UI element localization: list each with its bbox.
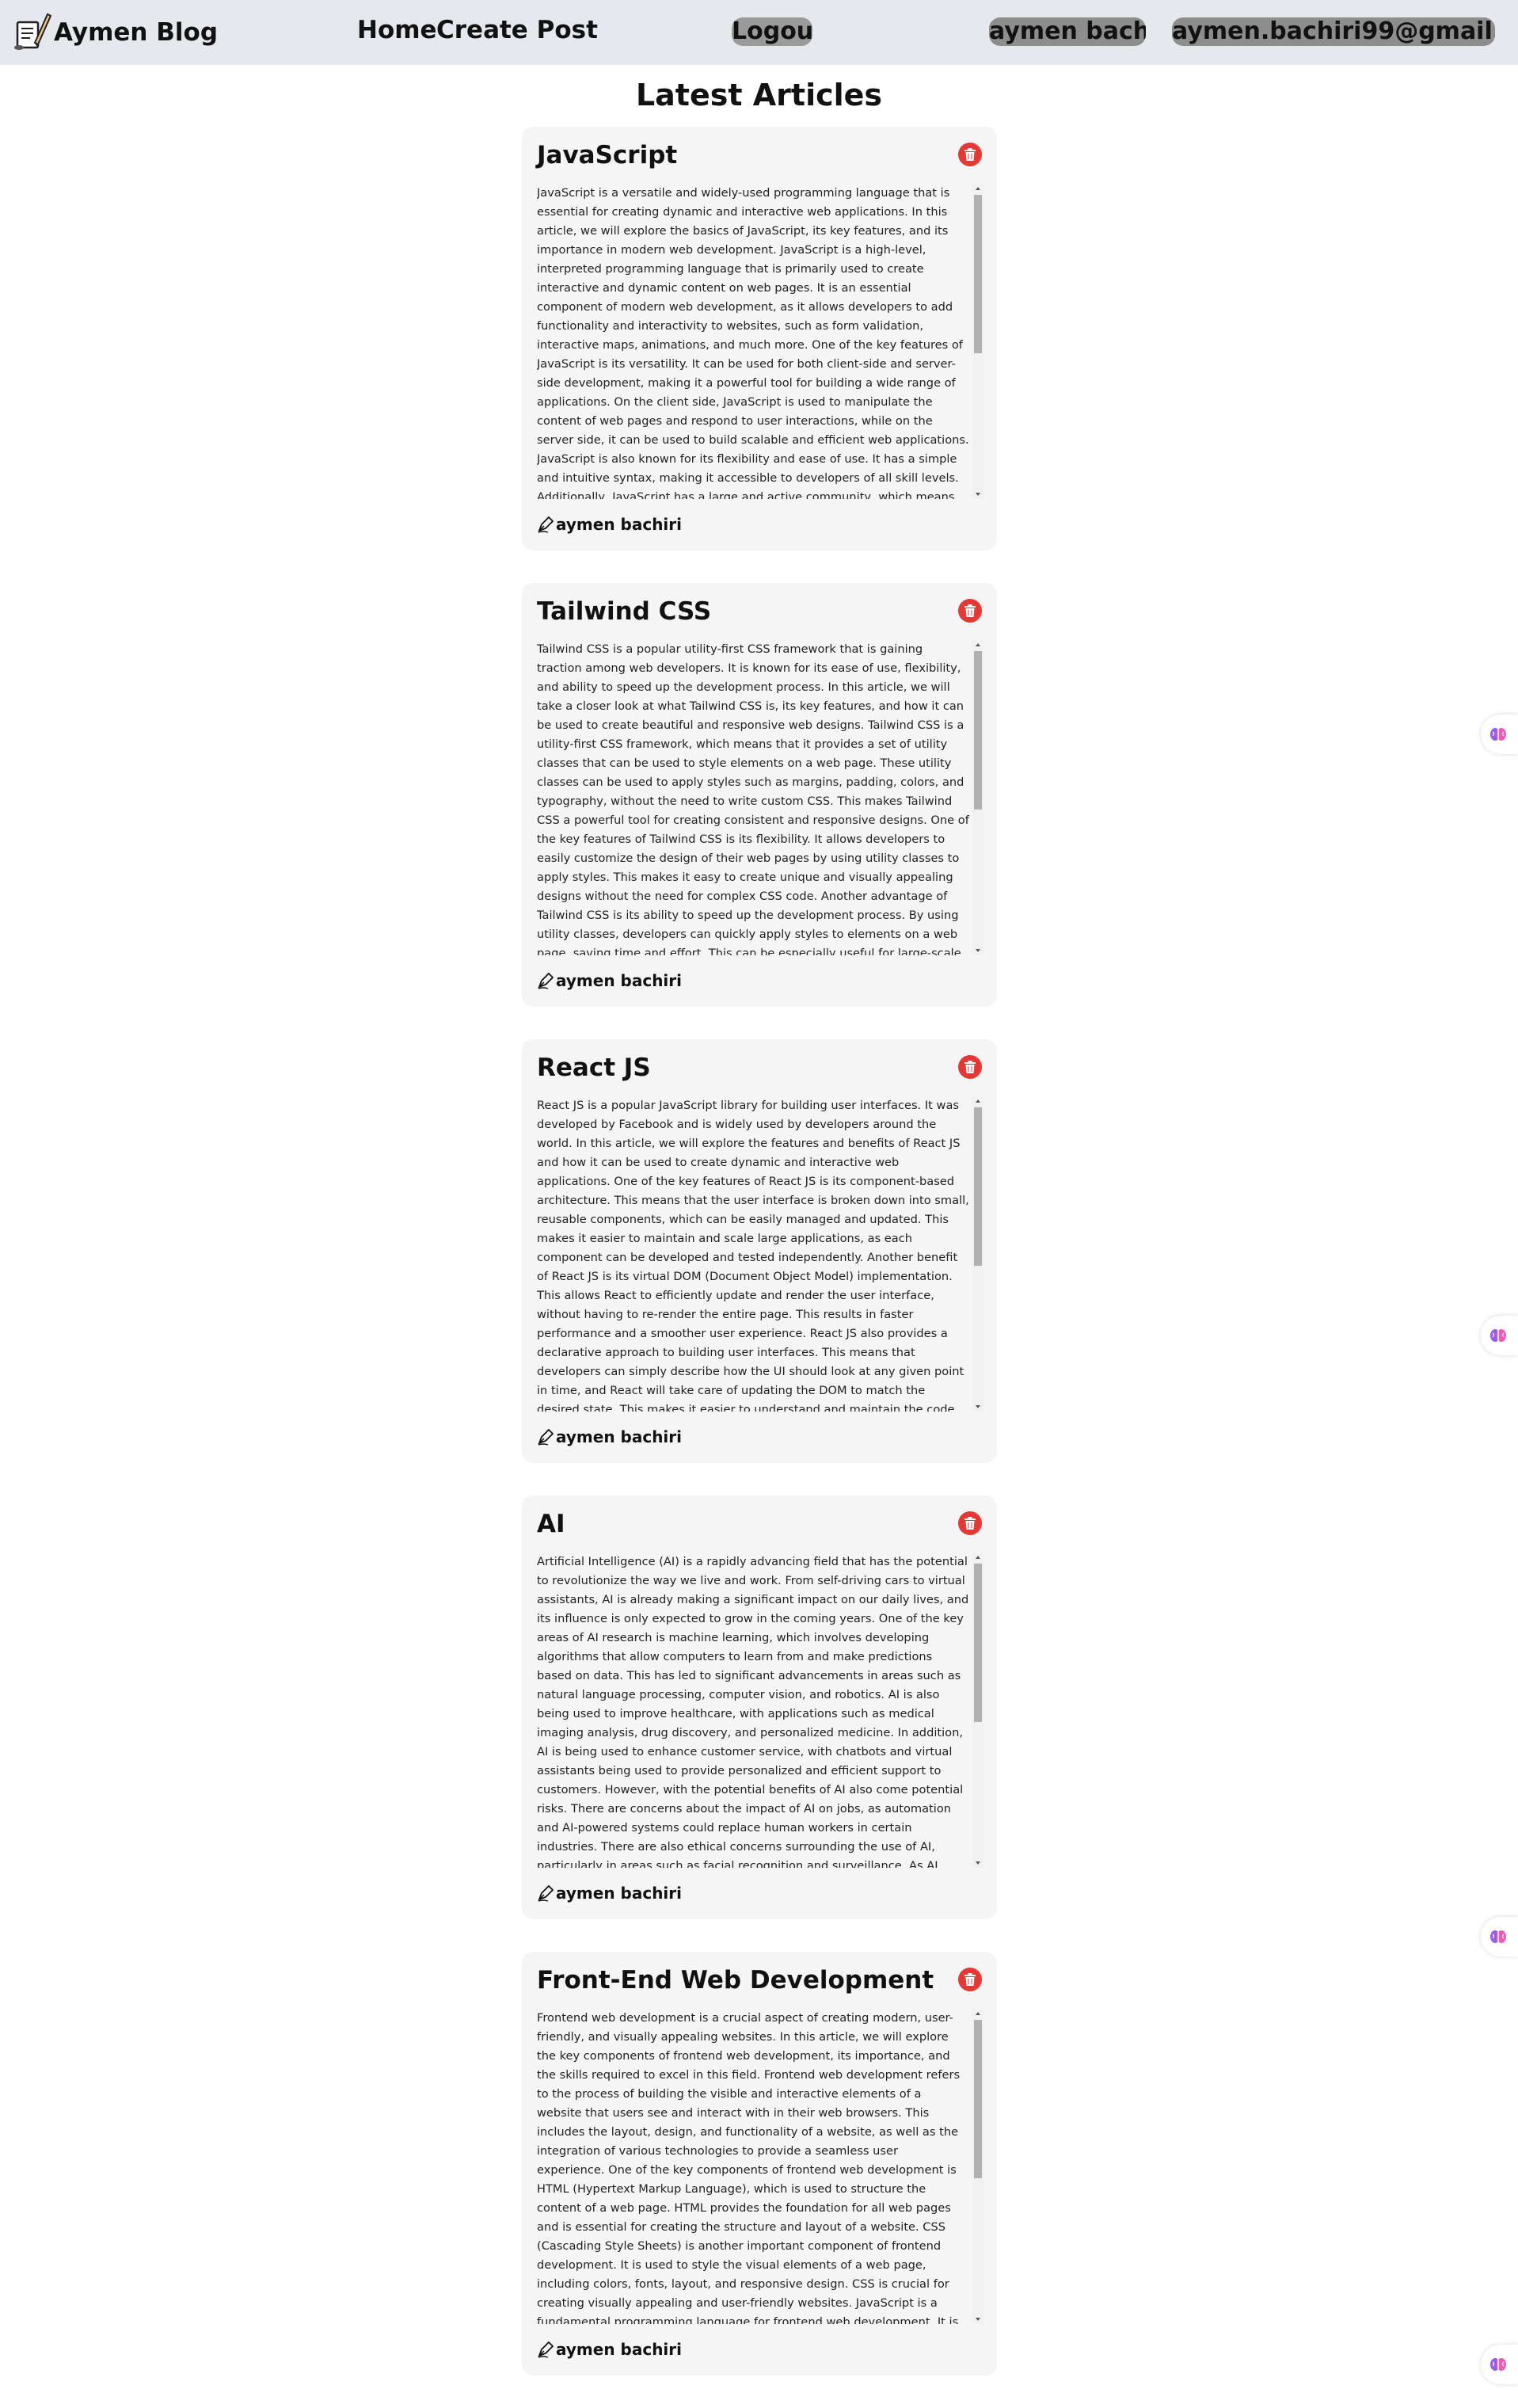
article-title: JavaScript [537, 141, 678, 170]
author-name: aymen bachiri [556, 971, 683, 990]
scrollbar[interactable] [972, 2009, 983, 2324]
article-author: aymen bachiri [537, 971, 682, 990]
article-body[interactable]: JavaScript is a versatile and widely-use… [537, 184, 983, 499]
quill-paper-icon [14, 13, 52, 50]
scroll-up-icon[interactable] [976, 2012, 980, 2015]
article-author: aymen bachiri [537, 515, 682, 534]
user-email-badge: aymen.bachiri99@gmail.com [1172, 17, 1495, 46]
article-author: aymen bachiri [537, 1884, 682, 1903]
scroll-down-icon[interactable] [976, 1861, 980, 1865]
assistant-widget[interactable] [1481, 1917, 1518, 1956]
scroll-thumb[interactable] [974, 2020, 982, 2178]
navbar: Aymen Blog Home Create Post Logout aymen… [0, 0, 1518, 65]
trash-icon [964, 1061, 976, 1073]
article-body[interactable]: Artificial Intelligence (AI) is a rapidl… [537, 1553, 983, 1868]
trash-icon [964, 1973, 976, 1986]
article-author: aymen bachiri [537, 1427, 682, 1446]
article-card: Front-End Web Development Frontend web d… [522, 1952, 997, 2376]
author-name: aymen bachiri [556, 515, 683, 534]
delete-article-button[interactable] [958, 1511, 982, 1535]
pen-nib-icon [538, 1884, 554, 1902]
article-body[interactable]: Frontend web development is a crucial as… [537, 2009, 983, 2324]
scrollbar[interactable] [972, 640, 983, 955]
author-name: aymen bachiri [556, 1427, 683, 1446]
assistant-widget[interactable] [1481, 2345, 1518, 2384]
article-card: AI Artificial Intelligence (AI) is a rap… [522, 1495, 997, 1919]
scroll-up-icon[interactable] [976, 643, 980, 646]
article-text: Tailwind CSS is a popular utility-first … [537, 642, 969, 955]
article-text: JavaScript is a versatile and widely-use… [537, 186, 969, 499]
article-body[interactable]: React JS is a popular JavaScript library… [537, 1096, 983, 1412]
trash-icon [964, 604, 976, 617]
scrollbar[interactable] [972, 1096, 983, 1412]
article-card: JavaScript JavaScript is a versatile and… [522, 127, 997, 551]
scroll-up-icon[interactable] [976, 1556, 980, 1559]
nav-link-home[interactable]: Home [357, 16, 437, 44]
delete-article-button[interactable] [958, 599, 982, 623]
scroll-thumb[interactable] [974, 195, 982, 353]
brain-icon [1490, 728, 1506, 741]
scroll-thumb[interactable] [974, 1107, 982, 1266]
assistant-widget[interactable] [1481, 1316, 1518, 1355]
trash-icon [964, 1517, 976, 1530]
scrollbar[interactable] [972, 1553, 983, 1868]
brain-icon [1490, 2358, 1506, 2371]
pen-nib-icon [538, 2341, 554, 2358]
scroll-up-icon[interactable] [976, 187, 980, 190]
scroll-down-icon[interactable] [976, 1405, 980, 1408]
pen-nib-icon [538, 516, 554, 533]
brain-icon [1490, 1329, 1506, 1342]
pen-nib-icon [538, 972, 554, 989]
article-title: Front-End Web Development [537, 1966, 934, 1995]
scroll-thumb[interactable] [974, 1564, 982, 1722]
author-name: aymen bachiri [556, 2340, 683, 2359]
article-text: Frontend web development is a crucial as… [537, 2011, 961, 2324]
delete-article-button[interactable] [958, 1055, 982, 1079]
scroll-down-icon[interactable] [976, 949, 980, 952]
nav-link-create-post[interactable]: Create Post [436, 16, 598, 44]
scroll-down-icon[interactable] [976, 493, 980, 496]
article-body[interactable]: Tailwind CSS is a popular utility-first … [537, 640, 983, 955]
brain-icon [1490, 1930, 1506, 1943]
scroll-thumb[interactable] [974, 651, 982, 810]
delete-article-button[interactable] [958, 1968, 982, 1991]
author-name: aymen bachiri [556, 1884, 683, 1903]
delete-article-button[interactable] [958, 143, 982, 166]
article-list: JavaScript JavaScript is a versatile and… [522, 127, 997, 2408]
trash-icon [964, 148, 976, 161]
assistant-widget[interactable] [1481, 714, 1518, 754]
article-title: React JS [537, 1054, 651, 1082]
article-text: React JS is a popular JavaScript library… [537, 1099, 969, 1412]
pen-nib-icon [538, 1428, 554, 1446]
article-card: React JS React JS is a popular JavaScrip… [522, 1039, 997, 1463]
scroll-down-icon[interactable] [976, 2318, 980, 2321]
article-card: Tailwind CSS Tailwind CSS is a popular u… [522, 583, 997, 1007]
page-title: Latest Articles [635, 78, 883, 112]
article-author: aymen bachiri [537, 2340, 682, 2359]
scroll-up-icon[interactable] [976, 1099, 980, 1103]
brand[interactable]: Aymen Blog [11, 10, 218, 55]
scrollbar[interactable] [972, 184, 983, 499]
brand-name: Aymen Blog [54, 18, 219, 47]
article-text: Artificial Intelligence (AI) is a rapidl… [537, 1555, 969, 1868]
article-title: Tailwind CSS [537, 597, 712, 626]
article-title: AI [537, 1510, 565, 1538]
logout-button[interactable]: Logout [732, 17, 812, 46]
user-name-badge: aymen bachiri [989, 17, 1146, 46]
